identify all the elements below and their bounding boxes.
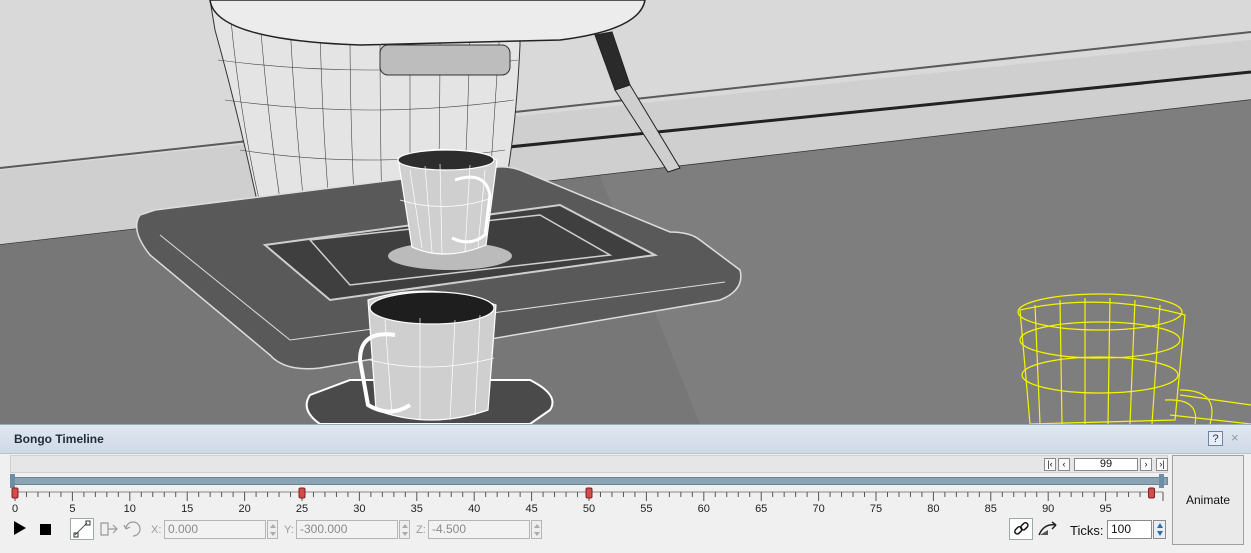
keyframe-marker[interactable]: [1148, 487, 1156, 499]
3d-viewport[interactable]: [0, 0, 1251, 424]
last-frame-button[interactable]: ›|: [1156, 458, 1168, 471]
ruler-label: 10: [124, 503, 136, 515]
ruler-label: 45: [525, 503, 537, 515]
ruler-label: 80: [927, 503, 939, 515]
scene-render: [0, 0, 1251, 424]
path-curve-button[interactable]: [1036, 520, 1060, 538]
x-field[interactable]: 0.000: [164, 520, 266, 539]
ruler-graphic: 0 5 10 15 20 25 30 35 40 45 50 55 60 65 70 75 80 85 90 95: [11, 487, 1164, 515]
y-label: Y:: [284, 524, 294, 536]
ruler-label: 95: [1099, 503, 1111, 515]
move-key-icon[interactable]: [98, 519, 120, 539]
ruler-label: 5: [69, 503, 75, 515]
curve-icon: [1038, 521, 1057, 536]
ruler-label: 55: [640, 503, 652, 515]
ruler-label: 15: [181, 503, 193, 515]
next-frame-button[interactable]: ›: [1140, 458, 1152, 471]
ruler-label: 20: [238, 503, 250, 515]
play-icon[interactable]: [14, 521, 26, 535]
animate-button[interactable]: Animate: [1172, 455, 1244, 545]
previous-frame-button[interactable]: ‹: [1058, 458, 1070, 471]
ruler-label: 40: [468, 503, 480, 515]
ticks-field[interactable]: 100: [1107, 520, 1152, 539]
link-icon: [1014, 522, 1029, 535]
rotate-key-icon[interactable]: [122, 519, 144, 539]
z-label: Z:: [416, 524, 426, 536]
ticks-label: Ticks:: [1070, 523, 1104, 538]
current-frame-field[interactable]: 99: [1074, 458, 1138, 471]
z-field[interactable]: -4.500: [428, 520, 530, 539]
ruler-label: 65: [755, 503, 767, 515]
ruler-label: 25: [296, 503, 308, 515]
animate-label: Animate: [1185, 493, 1231, 507]
bongo-timeline-panel: Bongo Timeline ? × |‹ ‹ 99 › ›| 0 5 10 15 20…: [0, 424, 1251, 553]
keyframe-marker[interactable]: [298, 487, 306, 499]
keyframe-marker[interactable]: [11, 487, 19, 499]
scrub-bar[interactable]: [10, 455, 1168, 473]
x-label: X:: [151, 524, 162, 536]
timeline-track[interactable]: [10, 477, 1168, 485]
ruler-label: 30: [353, 503, 365, 515]
ruler-label: 50: [583, 503, 595, 515]
panel-header: Bongo Timeline ? ×: [0, 425, 1251, 454]
stop-icon[interactable]: [40, 524, 51, 535]
link-button[interactable]: [1009, 518, 1033, 540]
timeline-ruler[interactable]: 0 5 10 15 20 25 30 35 40 45 50 55 60 65 70 75 80 85 90 95: [0, 485, 1180, 515]
panel-title: Bongo Timeline: [14, 432, 104, 446]
ruler-label: 60: [698, 503, 710, 515]
ruler-label: 70: [812, 503, 824, 515]
x-spinner[interactable]: [267, 520, 278, 539]
keyframe-marker[interactable]: [585, 487, 593, 499]
curve-key-icon: [73, 520, 91, 538]
ticks-spinner[interactable]: [1153, 520, 1166, 539]
first-frame-button[interactable]: |‹: [1044, 458, 1056, 471]
ruler-label: 75: [870, 503, 882, 515]
ruler-label: 90: [1042, 503, 1054, 515]
help-button[interactable]: ?: [1208, 431, 1223, 446]
ruler-label: 35: [411, 503, 423, 515]
y-spinner[interactable]: [399, 520, 410, 539]
z-spinner[interactable]: [531, 520, 542, 539]
ruler-label: 85: [985, 503, 997, 515]
y-field[interactable]: -300.000: [296, 520, 398, 539]
close-icon[interactable]: ×: [1231, 430, 1239, 445]
keyframe-mode-button[interactable]: [70, 518, 94, 540]
ruler-label: 0: [12, 503, 18, 515]
